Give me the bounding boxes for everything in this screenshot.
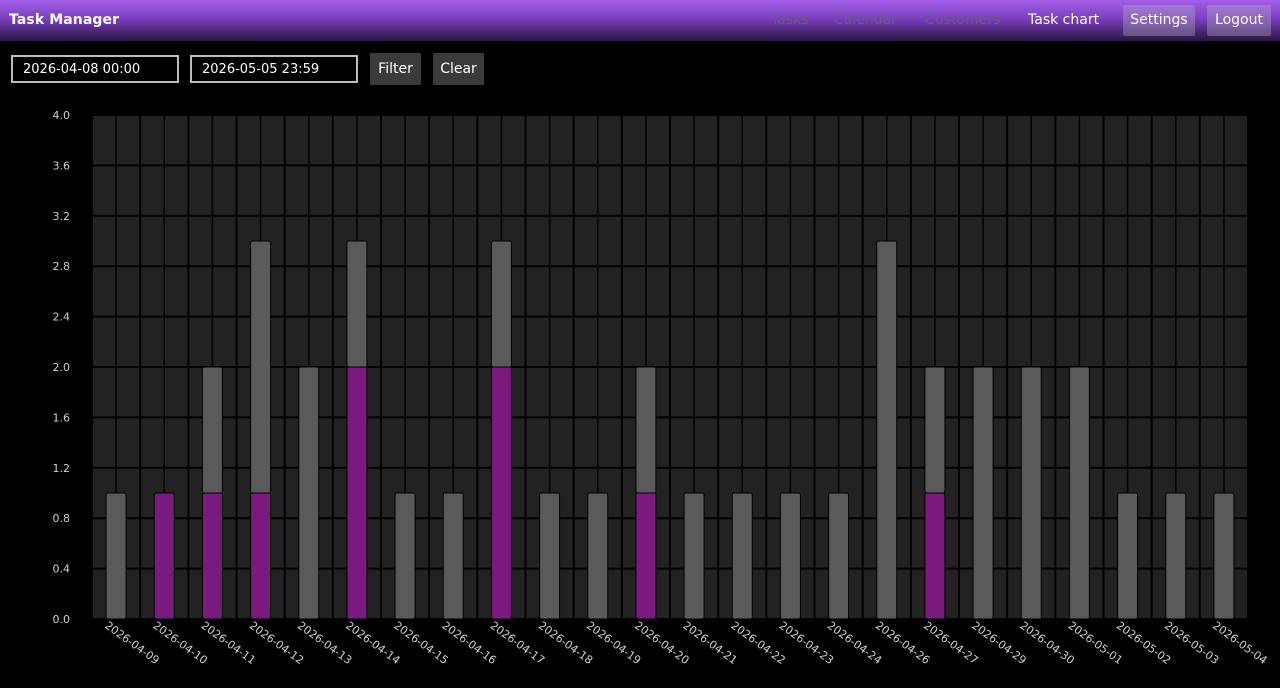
bar-segment[interactable]: [442, 492, 464, 620]
bar-segment[interactable]: [250, 492, 272, 620]
date-to-input[interactable]: [190, 55, 358, 83]
nav-calendar[interactable]: Calendar: [834, 12, 897, 28]
top-navbar: Task Manager Tasks Calendar Customers Ta…: [0, 0, 1280, 41]
nav-customers[interactable]: Customers: [925, 12, 1000, 28]
bar-segment[interactable]: [105, 492, 127, 620]
bar-segment[interactable]: [635, 492, 657, 620]
bar-segment[interactable]: [1068, 366, 1090, 620]
bar-segment[interactable]: [972, 366, 994, 620]
bar-segment[interactable]: [924, 492, 946, 620]
bar-segment[interactable]: [924, 366, 946, 494]
bar-segment[interactable]: [876, 240, 898, 620]
bar-segment[interactable]: [346, 366, 368, 620]
y-tick-label: 2.8: [53, 260, 71, 273]
bar-segment[interactable]: [346, 240, 368, 368]
bar-segment[interactable]: [1020, 366, 1042, 620]
task-chart: 0.00.40.81.21.62.02.42.83.23.64.02026-04…: [53, 109, 1270, 667]
x-tick-label: 2026-05-04: [1210, 619, 1269, 667]
bar-segment[interactable]: [779, 492, 801, 620]
clear-button[interactable]: Clear: [433, 53, 484, 85]
y-tick-label: 1.6: [53, 411, 71, 424]
y-tick-label: 3.6: [53, 159, 71, 172]
bar-segment[interactable]: [394, 492, 416, 620]
bar-segment[interactable]: [250, 240, 272, 494]
bar-segment[interactable]: [635, 366, 657, 494]
bar-segment[interactable]: [587, 492, 609, 620]
bar-segment[interactable]: [201, 492, 223, 620]
app-title[interactable]: Task Manager: [9, 12, 119, 28]
y-tick-label: 0.4: [53, 563, 71, 576]
bar-segment[interactable]: [298, 366, 320, 620]
bar-segment[interactable]: [1117, 492, 1139, 620]
bar-segment[interactable]: [490, 366, 512, 620]
bar-segment[interactable]: [1213, 492, 1235, 620]
y-tick-label: 3.2: [53, 210, 71, 223]
y-tick-label: 4.0: [53, 109, 71, 122]
nav-tasks[interactable]: Tasks: [771, 12, 809, 28]
y-tick-label: 0.0: [53, 613, 71, 626]
y-tick-label: 2.0: [53, 361, 71, 374]
bar-segment[interactable]: [828, 492, 850, 620]
bar-segment[interactable]: [539, 492, 561, 620]
y-tick-label: 2.4: [53, 311, 71, 324]
bar-segment[interactable]: [201, 366, 223, 494]
bar-segment[interactable]: [1165, 492, 1187, 620]
bar-segment[interactable]: [683, 492, 705, 620]
bar-segment[interactable]: [731, 492, 753, 620]
logout-button[interactable]: Logout: [1207, 5, 1271, 36]
settings-button[interactable]: Settings: [1123, 5, 1195, 36]
filter-button[interactable]: Filter: [370, 53, 421, 85]
bar-segment[interactable]: [490, 240, 512, 368]
date-from-input[interactable]: [11, 55, 179, 83]
nav-task-chart[interactable]: Task chart: [1028, 12, 1099, 28]
y-tick-label: 0.8: [53, 512, 71, 525]
bar-segment[interactable]: [153, 492, 175, 620]
y-tick-label: 1.2: [53, 462, 71, 475]
